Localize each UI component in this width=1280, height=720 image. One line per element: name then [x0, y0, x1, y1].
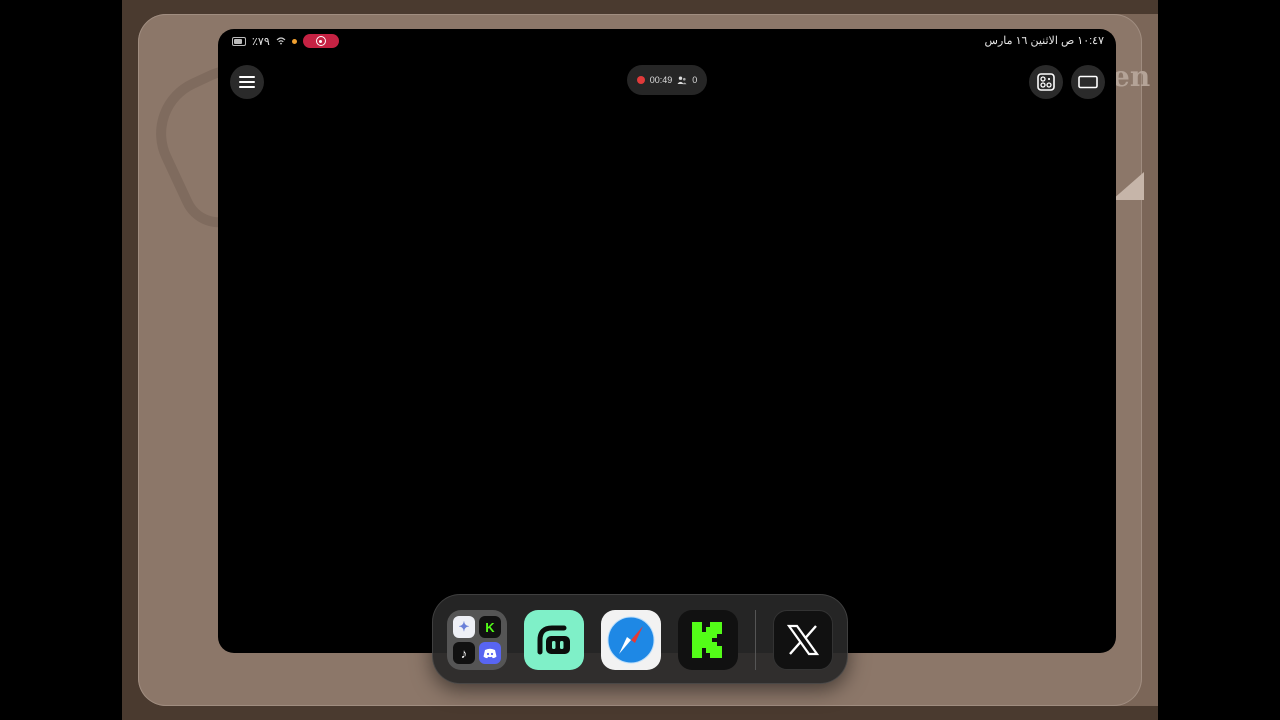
- screen-recording-indicator[interactable]: [302, 34, 339, 48]
- wifi-icon: [276, 37, 286, 45]
- spark-icon: ✦: [453, 616, 475, 638]
- wallpaper-text: en: [1112, 60, 1151, 93]
- scene-layout-button[interactable]: [1029, 65, 1063, 99]
- scenes-icon: [1037, 73, 1055, 91]
- landscape-screen-icon: [1078, 75, 1098, 89]
- menu-button[interactable]: [230, 65, 264, 99]
- battery-icon: [232, 36, 246, 46]
- discord-icon: [479, 642, 501, 664]
- status-bar: ٪٧٩ ١٠:٤٧ ص الاثنين ١٦ مارس: [218, 29, 1116, 53]
- tiktok-icon: ♪: [453, 642, 475, 664]
- x-app[interactable]: [773, 610, 833, 670]
- app-dock: ✦ K ♪: [432, 594, 848, 684]
- battery-percent: ٪٧٩: [252, 35, 270, 48]
- streamlabs-icon: [537, 625, 570, 655]
- safari-icon: [607, 616, 655, 664]
- kick-icon: [692, 622, 722, 658]
- mic-indicator-dot: [291, 38, 297, 44]
- status-datetime: ١٠:٤٧ ص الاثنين ١٦ مارس: [984, 35, 1104, 47]
- x-icon: [786, 624, 820, 656]
- app-folder[interactable]: ✦ K ♪: [447, 610, 507, 670]
- recording-timer-pill[interactable]: 00:49 0: [627, 65, 707, 95]
- viewers-icon: [677, 76, 687, 84]
- wallpaper-triangle: [1112, 172, 1144, 200]
- kick-app[interactable]: [678, 610, 738, 670]
- streamlabs-app[interactable]: [524, 610, 584, 670]
- folder-grid: ✦ K ♪: [453, 616, 501, 664]
- viewer-count: 0: [692, 75, 698, 85]
- dock-divider: [755, 610, 756, 670]
- safari-app[interactable]: [601, 610, 661, 670]
- hamburger-icon: [239, 76, 255, 88]
- orientation-button[interactable]: [1071, 65, 1105, 99]
- live-dot-icon: [636, 76, 645, 84]
- device-screen: ٪٧٩ ١٠:٤٧ ص الاثنين ١٦ مارس 00:49 0: [218, 29, 1116, 653]
- status-left: ٪٧٩: [232, 34, 339, 48]
- record-icon: [315, 36, 326, 46]
- recording-timer: 00:49: [649, 75, 673, 85]
- kick-icon: K: [479, 616, 501, 638]
